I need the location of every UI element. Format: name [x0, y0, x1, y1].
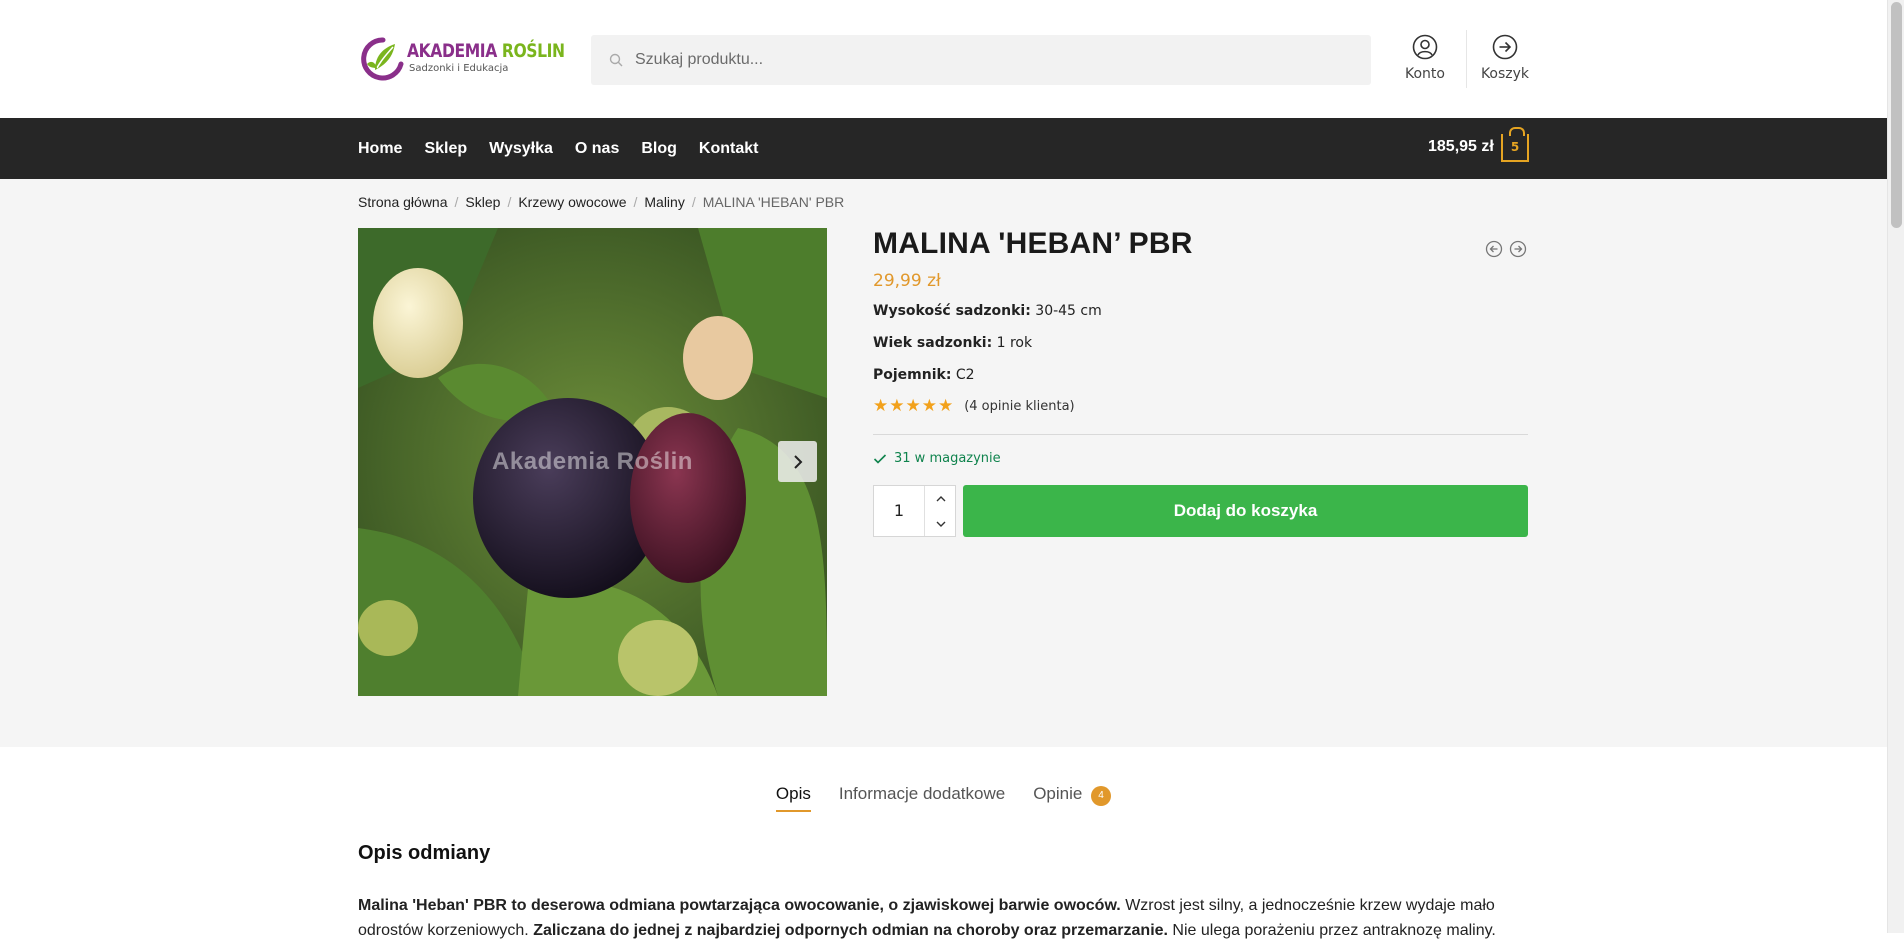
breadcrumb-item[interactable]: Krzewy owocowe	[518, 194, 626, 210]
nav-item-wysylka[interactable]: Wysyłka	[489, 140, 553, 158]
nav-item-home[interactable]: Home	[358, 140, 402, 158]
tab-label: Opis	[775, 784, 811, 803]
header-divider	[1466, 30, 1467, 88]
tab-informacje-dodatkowe[interactable]: Informacje dodatkowe	[839, 784, 1005, 812]
description-heading: Opis odmiany	[358, 842, 491, 864]
description-bold: Zaliczana do jednej z najbardziej odporn…	[533, 922, 1168, 939]
cart-total[interactable]: 185,95 zł	[1428, 138, 1494, 156]
page: AKADEMIA ROŚLIN Sadzonki i Edukacja Kont…	[0, 0, 1887, 939]
tab-opis[interactable]: Opis	[775, 784, 811, 812]
logo-icon	[361, 34, 405, 82]
logo-text: AKADEMIA ROŚLIN Sadzonki i Edukacja	[407, 42, 599, 74]
quantity-input[interactable]: 1	[874, 486, 924, 536]
next-product-icon[interactable]	[1509, 240, 1527, 258]
breadcrumb-item[interactable]: Sklep	[465, 194, 500, 210]
breadcrumb-item[interactable]: Maliny	[644, 194, 684, 210]
attribute-height: Wysokość sadzonki: 30-45 cm	[873, 303, 1102, 319]
tab-label: Opinie	[1033, 784, 1083, 803]
reviews-link[interactable]: (4 opinie klienta)	[964, 399, 1074, 414]
chevron-up-icon	[936, 495, 945, 501]
attribute-label: Wysokość sadzonki:	[873, 303, 1031, 319]
nav-item-blog[interactable]: Blog	[641, 140, 677, 158]
logo-word-1: AKADEMIA	[407, 40, 497, 62]
cart-label: Koszyk	[1480, 66, 1530, 82]
user-icon	[1412, 34, 1438, 60]
nav-item-sklep[interactable]: Sklep	[424, 140, 467, 158]
account-button[interactable]: Konto	[1400, 34, 1450, 82]
cart-button[interactable]: Koszyk	[1480, 34, 1530, 82]
attribute-container: Pojemnik: C2	[873, 367, 975, 383]
attribute-label: Wiek sadzonki:	[873, 335, 993, 351]
cart-count-badge[interactable]: 5	[1501, 127, 1529, 162]
product-image[interactable]: Akademia Roślin	[358, 228, 827, 696]
page-scrollbar[interactable]	[1887, 0, 1904, 933]
checkmark-icon	[873, 453, 887, 464]
arrow-right-circle-icon	[1492, 34, 1518, 60]
search-input[interactable]	[633, 50, 1333, 70]
divider	[873, 434, 1528, 435]
scrollbar-thumb[interactable]	[1891, 2, 1902, 228]
tab-label: Informacje dodatkowe	[838, 784, 1006, 803]
logo-word-2: ROŚLIN	[501, 40, 565, 62]
description-bold: Malina 'Heban' PBR to deserowa odmiana p…	[358, 897, 1121, 914]
search-icon	[609, 53, 623, 67]
attribute-value: C2	[955, 367, 975, 383]
product-title: MALINA 'HEBAN’ PBR	[873, 227, 1193, 260]
gallery-next-button[interactable]	[778, 441, 817, 482]
main-nav: Home Sklep Wysyłka O nas Blog Kontakt 18…	[0, 118, 1887, 179]
attribute-value: 1 rok	[996, 335, 1033, 351]
product-price: 29,99 zł	[873, 271, 941, 291]
image-watermark: Akademia Roślin	[492, 448, 693, 475]
quantity-decrease-button[interactable]	[925, 511, 956, 536]
reviews-count-badge: 4	[1091, 786, 1112, 806]
chevron-right-icon	[793, 454, 802, 469]
nav-item-kontakt[interactable]: Kontakt	[699, 140, 759, 158]
attribute-age: Wiek sadzonki: 1 rok	[873, 335, 1032, 351]
chevron-down-icon	[936, 521, 945, 527]
site-header: AKADEMIA ROŚLIN Sadzonki i Edukacja Kont…	[0, 0, 1887, 118]
star-rating-icon: ★★★★★	[873, 396, 955, 416]
description-paragraph: Malina 'Heban' PBR to deserowa odmiana p…	[358, 893, 1528, 943]
tab-opinie[interactable]: Opinie 4	[1033, 784, 1112, 812]
nav-menu: Home Sklep Wysyłka O nas Blog Kontakt	[358, 118, 780, 179]
stock-status: 31 w magazynie	[873, 451, 1001, 466]
site-logo[interactable]: AKADEMIA ROŚLIN Sadzonki i Edukacja	[361, 32, 565, 84]
breadcrumb-current: MALINA 'HEBAN' PBR	[702, 194, 845, 210]
stock-text: 31 w magazynie	[894, 451, 1001, 466]
product-tabs: Opis Informacje dodatkowe Opinie 4	[0, 784, 1887, 812]
attribute-value: 30-45 cm	[1035, 303, 1102, 319]
quantity-increase-button[interactable]	[925, 486, 956, 511]
description-text: Nie ulega porażeniu przez antraknozę mal…	[1167, 922, 1496, 939]
add-to-cart-button[interactable]: Dodaj do koszyka	[963, 485, 1528, 537]
previous-product-icon[interactable]	[1485, 240, 1503, 258]
quantity-spinner	[924, 486, 956, 536]
attribute-label: Pojemnik:	[873, 367, 952, 383]
quantity-stepper: 1	[873, 485, 956, 537]
search-bar	[591, 35, 1371, 85]
logo-tagline: Sadzonki i Edukacja	[409, 63, 509, 74]
product-rating: ★★★★★ (4 opinie klienta)	[873, 396, 1075, 416]
account-label: Konto	[1405, 66, 1445, 82]
breadcrumb-item[interactable]: Strona główna	[358, 194, 448, 210]
breadcrumb: Strona główna / Sklep / Krzewy owocowe / Ma…	[358, 194, 845, 210]
nav-item-o-nas[interactable]: O nas	[575, 140, 619, 158]
